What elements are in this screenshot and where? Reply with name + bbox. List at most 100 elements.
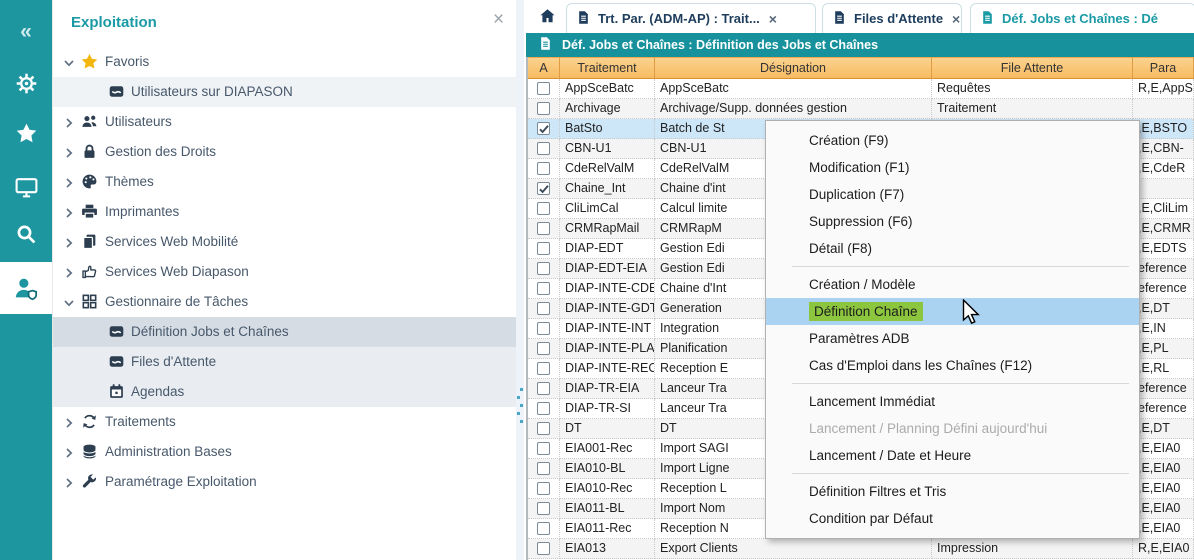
- tab-d-f-jobs-et-cha-nes-d-[interactable]: Déf. Jobs et Chaînes : Dé: [970, 3, 1194, 33]
- tab-trt-par-adm-ap-trait-[interactable]: Trt. Par. (ADM-AP) : Trait...×: [566, 3, 816, 33]
- table-cell[interactable]: EIA010-Rec: [560, 479, 655, 499]
- sidebar-item-gestionnaire-de-t-ches[interactable]: Gestionnaire de Tâches: [53, 287, 516, 317]
- table-cell[interactable]: EIA011-Rec: [560, 519, 655, 539]
- table-cell[interactable]: DIAP-INTE-CDE: [560, 279, 655, 299]
- sidebar-item-utilisateurs[interactable]: Utilisateurs: [53, 107, 516, 137]
- chevron-right-icon[interactable]: [63, 146, 75, 158]
- tab-files-d-attente[interactable]: Files d'Attente×: [822, 3, 962, 33]
- chevron-right-icon[interactable]: [63, 206, 75, 218]
- table-cell[interactable]: ,E,BSTO: [1133, 119, 1194, 139]
- table-cell[interactable]: [1133, 99, 1194, 119]
- row-select-cell[interactable]: [528, 399, 560, 419]
- table-cell[interactable]: Chaine_Int: [560, 179, 655, 199]
- chevron-down-icon[interactable]: [63, 296, 75, 308]
- checkbox[interactable]: [537, 502, 550, 515]
- row-select-cell[interactable]: [528, 499, 560, 519]
- table-cell[interactable]: DIAP-INTE-GDT: [560, 299, 655, 319]
- table-cell[interactable]: Traitement: [932, 99, 1133, 119]
- menu-item-suppression-f6-[interactable]: Suppression (F6): [766, 208, 1139, 235]
- sidebar-item-d-finition-jobs-et-cha-nes[interactable]: Définition Jobs et Chaînes: [53, 317, 516, 347]
- menu-item-d-tail-f8-[interactable]: Détail (F8): [766, 235, 1139, 262]
- sidebar-item-utilisateurs-sur-diapason[interactable]: Utilisateurs sur DIAPASON: [53, 77, 516, 107]
- table-cell[interactable]: CRMRapMail: [560, 219, 655, 239]
- tab-close-icon[interactable]: ×: [952, 11, 960, 27]
- table-cell[interactable]: DIAP-TR-SI: [560, 399, 655, 419]
- table-cell[interactable]: EIA001-Rec: [560, 439, 655, 459]
- menu-item-param-tres-adb[interactable]: Paramètres ADB: [766, 325, 1139, 352]
- menu-item-cr-ation-f9-[interactable]: Création (F9): [766, 127, 1139, 154]
- sidebar-item-gestion-des-droits[interactable]: Gestion des Droits: [53, 137, 516, 167]
- checkbox[interactable]: [537, 542, 550, 555]
- sidebar-item-administration-bases[interactable]: Administration Bases: [53, 437, 516, 467]
- table-cell[interactable]: ,E,CliLim: [1133, 199, 1194, 219]
- row-select-cell[interactable]: [528, 519, 560, 539]
- sidebar-item-agendas[interactable]: Agendas: [53, 377, 516, 407]
- sidebar-item-th-mes[interactable]: Thèmes: [53, 167, 516, 197]
- checkbox[interactable]: [537, 302, 550, 315]
- table-cell[interactable]: EIA013: [560, 539, 655, 559]
- panel-splitter[interactable]: [516, 0, 524, 560]
- chevron-right-icon[interactable]: [63, 416, 75, 428]
- workstation-icon[interactable]: [0, 164, 52, 210]
- row-select-cell[interactable]: [528, 99, 560, 119]
- table-cell[interactable]: Archivage/Supp. données gestion: [655, 99, 932, 119]
- table-cell[interactable]: ,E,RL: [1133, 359, 1194, 379]
- row-select-cell[interactable]: [528, 439, 560, 459]
- checkbox[interactable]: [537, 222, 550, 235]
- table-cell[interactable]: ,E,DT: [1133, 419, 1194, 439]
- table-cell[interactable]: ,E,EIA0: [1133, 519, 1194, 539]
- checkbox[interactable]: [537, 422, 550, 435]
- column-header-traitement[interactable]: Traitement: [560, 57, 655, 79]
- table-cell[interactable]: DIAP-INTE-INT: [560, 319, 655, 339]
- menu-item-duplication-f7-[interactable]: Duplication (F7): [766, 181, 1139, 208]
- table-cell[interactable]: BatSto: [560, 119, 655, 139]
- row-select-cell[interactable]: [528, 539, 560, 559]
- search-icon[interactable]: [0, 211, 52, 257]
- table-cell[interactable]: DIAP-TR-EIA: [560, 379, 655, 399]
- checkbox-checked[interactable]: [537, 122, 550, 135]
- table-cell[interactable]: ,E,CdeR: [1133, 159, 1194, 179]
- chevron-right-icon[interactable]: [63, 446, 75, 458]
- checkbox[interactable]: [537, 262, 550, 275]
- checkbox[interactable]: [537, 202, 550, 215]
- chevron-right-icon[interactable]: [63, 266, 75, 278]
- close-icon[interactable]: ×: [493, 10, 504, 29]
- table-cell[interactable]: ,E,IN: [1133, 319, 1194, 339]
- tab-close-icon[interactable]: ×: [769, 11, 777, 27]
- column-header-d-signation[interactable]: Désignation: [655, 57, 932, 79]
- row-select-cell[interactable]: [528, 139, 560, 159]
- table-cell[interactable]: R,E,EIA0: [1133, 539, 1194, 559]
- table-cell[interactable]: AppSceBatc: [560, 79, 655, 99]
- row-select-cell[interactable]: [528, 159, 560, 179]
- checkbox[interactable]: [537, 482, 550, 495]
- collapse-sidebar-icon[interactable]: «: [0, 8, 52, 54]
- table-cell[interactable]: EIA011-BL: [560, 499, 655, 519]
- sidebar-item-files-d-attente[interactable]: Files d'Attente: [53, 347, 516, 377]
- row-select-cell[interactable]: [528, 119, 560, 139]
- menu-item-d-finition-cha-ne[interactable]: Définition Chaîne: [766, 298, 1139, 325]
- table-cell[interactable]: ,E,DT: [1133, 299, 1194, 319]
- table-cell[interactable]: ,E,CRMR: [1133, 219, 1194, 239]
- settings-icon[interactable]: [0, 60, 52, 106]
- sidebar-item-services-web-mobilit-[interactable]: Services Web Mobilité: [53, 227, 516, 257]
- table-cell[interactable]: AppSceBatc: [655, 79, 932, 99]
- row-select-cell[interactable]: [528, 219, 560, 239]
- table-cell[interactable]: eference: [1133, 279, 1194, 299]
- checkbox[interactable]: [537, 162, 550, 175]
- row-select-cell[interactable]: [528, 379, 560, 399]
- table-cell[interactable]: Archivage: [560, 99, 655, 119]
- table-cell[interactable]: R,E,AppS: [1133, 79, 1194, 99]
- sidebar-item-favoris[interactable]: Favoris: [53, 47, 516, 77]
- sidebar-item-imprimantes[interactable]: Imprimantes: [53, 197, 516, 227]
- checkbox[interactable]: [537, 522, 550, 535]
- row-select-cell[interactable]: [528, 479, 560, 499]
- menu-item-modification-f1-[interactable]: Modification (F1): [766, 154, 1139, 181]
- checkbox[interactable]: [537, 382, 550, 395]
- chevron-right-icon[interactable]: [63, 236, 75, 248]
- checkbox[interactable]: [537, 362, 550, 375]
- menu-item-lancement-imm-diat[interactable]: Lancement Immédiat: [766, 388, 1139, 415]
- column-header-a[interactable]: A: [528, 57, 560, 79]
- table-cell[interactable]: ,E,EDTS: [1133, 239, 1194, 259]
- home-tab[interactable]: [538, 7, 560, 27]
- favorites-icon[interactable]: [0, 110, 52, 156]
